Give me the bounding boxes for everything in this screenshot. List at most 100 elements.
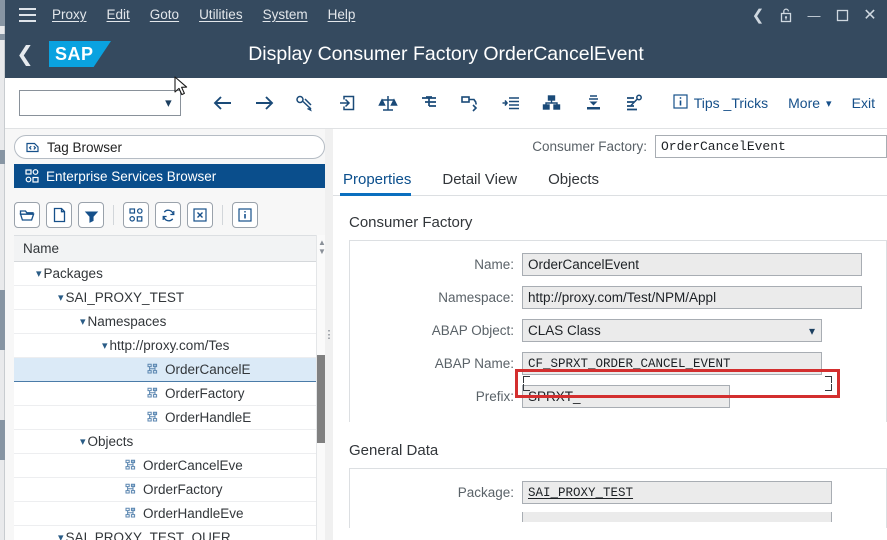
where-used-icon[interactable] bbox=[408, 86, 449, 120]
chevron-left-icon[interactable]: ❮ bbox=[745, 2, 771, 28]
tips-tricks-label: Tips _Tricks bbox=[694, 95, 768, 111]
tree-row-label: Namespaces bbox=[88, 314, 167, 329]
browser-edge-strip bbox=[0, 0, 5, 540]
main-content-panel: Consumer Factory: OrderCancelEvent Prope… bbox=[333, 129, 887, 540]
chevron-down-icon[interactable]: ▾ bbox=[36, 267, 42, 280]
chevron-down-icon: ▾ bbox=[826, 97, 832, 110]
compare-scales-icon[interactable] bbox=[367, 86, 408, 120]
tree-row-label: SAI_PROXY_TEST bbox=[66, 290, 185, 305]
field-row-namespace: Namespace: http://proxy.com/Test/NPM/App… bbox=[350, 286, 886, 309]
sap-logo: SAP bbox=[49, 41, 111, 67]
tree-row[interactable]: OrderFactory bbox=[14, 382, 321, 406]
tree-row[interactable]: ▾Packages bbox=[14, 262, 321, 286]
tree-row-label: SAI_PROXY_TEST_QUER bbox=[66, 530, 231, 540]
field-value-abap-object[interactable]: CLAS Class ▾ bbox=[522, 319, 822, 342]
panel-splitter[interactable]: ⋮ bbox=[325, 129, 333, 540]
key-settings-icon[interactable] bbox=[614, 86, 655, 120]
minimize-icon[interactable]: — bbox=[801, 2, 827, 28]
field-value-namespace[interactable]: http://proxy.com/Test/NPM/Appl bbox=[522, 286, 862, 309]
tab-properties[interactable]: Properties bbox=[340, 171, 425, 195]
tree-row[interactable]: ▾SAI_PROXY_TEST bbox=[14, 286, 321, 310]
info-box-icon bbox=[673, 94, 688, 112]
transaction-combo-box[interactable]: ▾ bbox=[19, 90, 181, 116]
left-browser-panel: Tag Browser Enterprise Services Browser bbox=[5, 129, 331, 540]
tab-label-objects: Objects bbox=[548, 171, 599, 188]
grid-shapes-icon[interactable] bbox=[123, 202, 149, 228]
tree-row[interactable]: ▾SAI_PROXY_TEST_QUER bbox=[14, 526, 321, 540]
general-data-form: Package: SAI_PROXY_TEST bbox=[349, 468, 887, 528]
info-icon[interactable] bbox=[232, 202, 258, 228]
indent-list-icon[interactable] bbox=[490, 86, 531, 120]
grid-shapes-icon bbox=[25, 169, 39, 183]
proxy-object-icon bbox=[124, 459, 138, 472]
tree-row[interactable]: ▾http://proxy.com/Tes bbox=[14, 334, 321, 358]
menu-item-goto[interactable]: Goto bbox=[140, 0, 189, 30]
tab-detail-view[interactable]: Detail View bbox=[439, 171, 531, 195]
back-arrow-icon[interactable] bbox=[203, 86, 244, 120]
tree-row[interactable]: ▾Namespaces bbox=[14, 310, 321, 334]
filter-funnel-icon[interactable] bbox=[78, 202, 104, 228]
close-icon[interactable]: ✕ bbox=[857, 2, 883, 28]
field-row-package: Package: SAI_PROXY_TEST bbox=[350, 481, 886, 504]
menu-item-edit[interactable]: Edit bbox=[97, 0, 140, 30]
hierarchy-icon[interactable] bbox=[531, 86, 572, 120]
chevron-down-icon[interactable]: ▾ bbox=[58, 531, 64, 540]
menu-item-utilities[interactable]: Utilities bbox=[189, 0, 253, 30]
tree-row[interactable]: OrderFactory bbox=[14, 478, 321, 502]
export-box-icon[interactable] bbox=[326, 86, 367, 120]
generate-icon[interactable] bbox=[449, 86, 490, 120]
proxy-object-icon bbox=[146, 363, 160, 376]
tab-objects[interactable]: Objects bbox=[545, 171, 613, 195]
sidebar-item-enterprise-services-browser[interactable]: Enterprise Services Browser bbox=[14, 164, 325, 188]
menu-bar: Proxy Edit Goto Utilities System Help ❮ … bbox=[0, 0, 887, 30]
field-value-prefix[interactable]: SPRXT_ bbox=[522, 385, 730, 408]
chevron-down-icon[interactable]: ▾ bbox=[58, 291, 64, 304]
menu-item-proxy[interactable]: Proxy bbox=[42, 0, 97, 30]
delete-x-icon[interactable] bbox=[187, 202, 213, 228]
tree-row[interactable]: OrderCancelEve bbox=[14, 454, 321, 478]
more-button[interactable]: More ▾ bbox=[778, 86, 841, 120]
menu-item-system[interactable]: System bbox=[253, 0, 318, 30]
tree-row[interactable]: OrderHandleE bbox=[14, 406, 321, 430]
sidebar-item-tag-browser[interactable]: Tag Browser bbox=[14, 135, 325, 159]
field-label-abap-name: ABAP Name: bbox=[350, 356, 522, 371]
shell-title-bar: ❮ SAP Display Consumer Factory OrderCanc… bbox=[5, 30, 887, 78]
chevron-down-icon: ▾ bbox=[165, 95, 172, 111]
open-folder-icon[interactable] bbox=[14, 202, 40, 228]
code-tag-icon bbox=[25, 140, 40, 155]
tips-tricks-button[interactable]: Tips _Tricks bbox=[663, 86, 778, 120]
sidebar-item-label-esb: Enterprise Services Browser bbox=[46, 169, 216, 184]
back-chevron-icon[interactable]: ❮ bbox=[5, 44, 45, 65]
field-value-abap-name[interactable]: CF_SPRXT_ORDER_CANCEL_EVENT bbox=[522, 352, 822, 375]
tree-row-container: ▾Packages▾SAI_PROXY_TEST▾Namespaces▾http… bbox=[14, 262, 321, 540]
tree-row[interactable]: OrderCancelE bbox=[14, 358, 321, 382]
field-value-name[interactable]: OrderCancelEvent bbox=[522, 253, 862, 276]
lock-unlocked-icon[interactable] bbox=[773, 2, 799, 28]
tree-row-label: OrderCancelE bbox=[165, 362, 251, 377]
content-tabs: Properties Detail View Objects bbox=[333, 164, 887, 196]
chevron-down-icon[interactable]: ▾ bbox=[80, 435, 86, 448]
maximize-icon[interactable] bbox=[829, 2, 855, 28]
refresh-icon[interactable] bbox=[155, 202, 181, 228]
forward-arrow-icon[interactable] bbox=[244, 86, 285, 120]
edit-pencil-icon[interactable] bbox=[285, 86, 326, 120]
field-value-package[interactable]: SAI_PROXY_TEST bbox=[522, 481, 832, 504]
collapse-all-icon[interactable] bbox=[573, 86, 614, 120]
chevron-down-icon[interactable]: ▾ bbox=[102, 339, 108, 352]
tree-row[interactable]: OrderHandleEve bbox=[14, 502, 321, 526]
field-row-abap-object: ABAP Object: CLAS Class ▾ bbox=[350, 319, 886, 342]
proxy-object-icon bbox=[124, 483, 138, 496]
new-page-icon[interactable] bbox=[46, 202, 72, 228]
hamburger-menu-icon[interactable] bbox=[12, 4, 42, 26]
object-tree[interactable]: Name ▾Packages▾SAI_PROXY_TEST▾Namespaces… bbox=[14, 235, 321, 540]
tree-row-label: OrderFactory bbox=[143, 482, 223, 497]
consumer-factory-value[interactable]: OrderCancelEvent bbox=[655, 135, 887, 158]
sidebar-item-label-tag-browser: Tag Browser bbox=[47, 140, 122, 155]
proxy-object-icon bbox=[146, 387, 160, 400]
chevron-down-icon[interactable]: ▾ bbox=[80, 315, 86, 328]
tree-row[interactable]: ▾Objects bbox=[14, 430, 321, 454]
field-value-partial[interactable] bbox=[522, 512, 832, 522]
section-title-consumer-factory: Consumer Factory bbox=[349, 214, 887, 231]
menu-item-help[interactable]: Help bbox=[318, 0, 366, 30]
exit-button[interactable]: Exit bbox=[842, 86, 887, 120]
